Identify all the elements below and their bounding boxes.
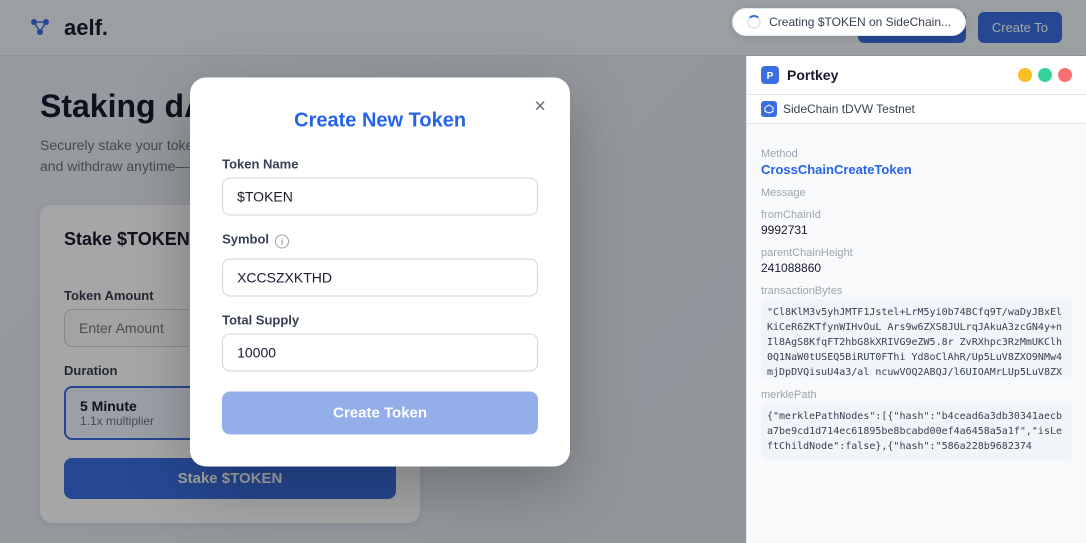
portkey-from-chain-id-label: fromChainId xyxy=(761,209,1072,221)
portkey-from-chain-id-value: 9992731 xyxy=(761,223,1072,237)
portkey-transaction-bytes-label: transactionBytes xyxy=(761,285,1072,297)
create-token-submit-button[interactable]: Create Token xyxy=(222,391,538,434)
portkey-network-badge: SideChain tDVW Testnet xyxy=(747,95,1086,124)
portkey-method-label: Method xyxy=(761,148,1072,160)
window-close-button[interactable] xyxy=(1058,68,1072,82)
window-minimize-button[interactable] xyxy=(1018,68,1032,82)
portkey-transaction-bytes-value: "Cl8KlM3v5yhJMTF1Jstel+LrM5yi0b74BCfq9T/… xyxy=(761,299,1072,379)
portkey-panel: P Portkey SideChain tDVW Testnet Method … xyxy=(746,56,1086,543)
portkey-title: Portkey xyxy=(787,67,1010,83)
spinner-text: Creating $TOKEN on SideChain... xyxy=(769,15,951,29)
symbol-info-icon: i xyxy=(275,235,289,249)
modal-close-button[interactable]: × xyxy=(526,93,554,121)
portkey-merkle-path-value: {"merklePathNodes":[{"hash":"b4cead6a3db… xyxy=(761,403,1072,460)
window-maximize-button[interactable] xyxy=(1038,68,1052,82)
portkey-parent-chain-height-label: parentChainHeight xyxy=(761,247,1072,259)
spinner-wrapper: Creating $TOKEN on SideChain... xyxy=(732,8,966,36)
portkey-logo-icon: P xyxy=(761,66,779,84)
loading-spinner xyxy=(747,15,761,29)
symbol-label-row: Symbol i xyxy=(222,231,538,252)
symbol-input[interactable] xyxy=(222,258,538,296)
portkey-header: P Portkey xyxy=(747,56,1086,95)
token-name-input[interactable] xyxy=(222,177,538,215)
modal-title: Create New Token xyxy=(222,109,538,132)
token-name-label: Token Name xyxy=(222,156,538,171)
symbol-label: Symbol xyxy=(222,231,269,246)
portkey-method-value: CrossChainCreateToken xyxy=(761,162,1072,177)
svg-text:P: P xyxy=(767,71,774,82)
portkey-parent-chain-height-value: 241088860 xyxy=(761,261,1072,275)
portkey-merkle-path-label: merklePath xyxy=(761,389,1072,401)
total-supply-label: Total Supply xyxy=(222,312,538,327)
portkey-window-buttons xyxy=(1018,68,1072,82)
create-token-modal: × Create New Token Token Name Symbol i T… xyxy=(190,77,570,466)
portkey-network-text: SideChain tDVW Testnet xyxy=(783,102,915,116)
portkey-message-label: Message xyxy=(761,187,1072,199)
portkey-body: Method CrossChainCreateToken Message fro… xyxy=(747,124,1086,543)
total-supply-input[interactable] xyxy=(222,333,538,371)
portkey-network-icon xyxy=(761,101,777,117)
